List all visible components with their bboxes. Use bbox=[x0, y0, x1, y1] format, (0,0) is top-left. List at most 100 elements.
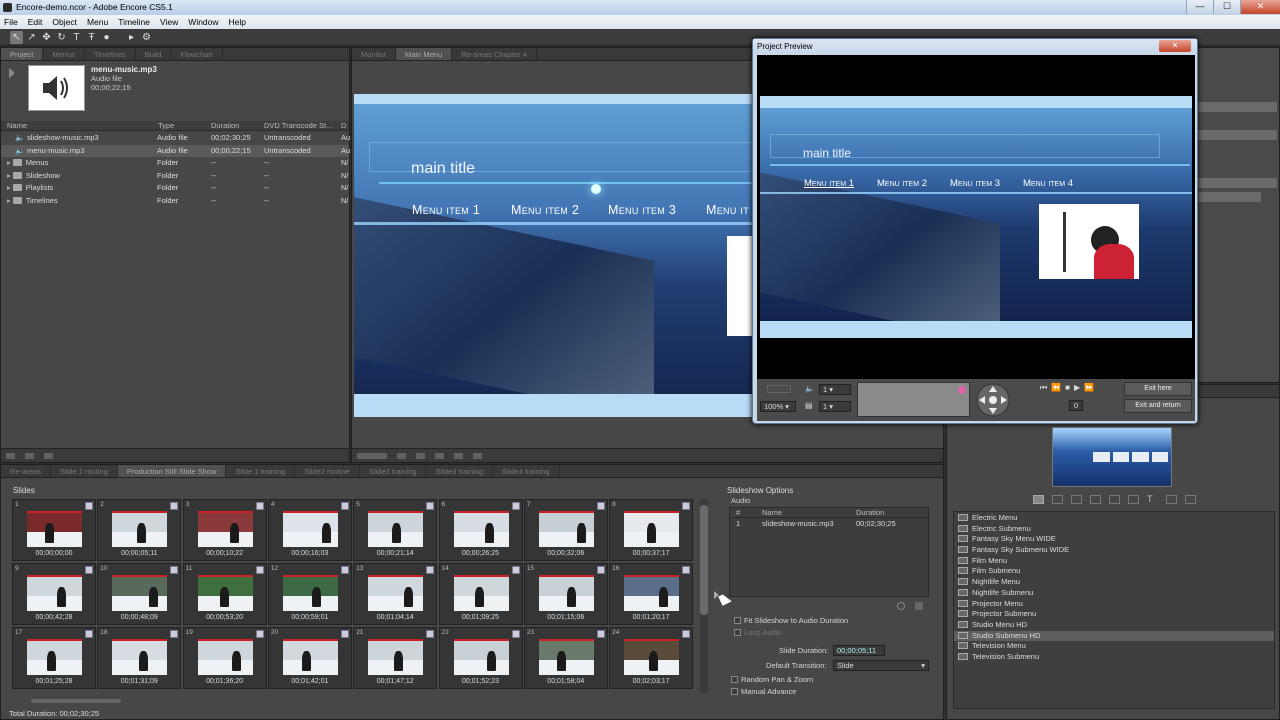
tab-re-areas[interactable]: Re-areas bbox=[1, 465, 51, 477]
slide-thumbnail[interactable]: 20 00;01;42;01 bbox=[267, 627, 352, 689]
subtitle-track-select[interactable]: 1 ▾ bbox=[819, 401, 851, 412]
menu-view[interactable]: View bbox=[160, 15, 178, 29]
slide-checkbox[interactable] bbox=[340, 566, 349, 574]
library-item[interactable]: Fantasy Sky Submenu WIDE bbox=[954, 545, 1274, 556]
slide-thumbnail[interactable]: 2 00;00;05;11 bbox=[97, 499, 182, 561]
preview-menu-item-3[interactable]: Menu item 3 bbox=[950, 178, 1000, 189]
project-row[interactable]: 🔈 menu-music.mp3 Audio file 00;00;22;15 Untr… bbox=[1, 144, 350, 157]
preview-menu-title[interactable]: main title bbox=[803, 146, 851, 160]
tab-menus[interactable]: Menus bbox=[43, 48, 85, 60]
slide-thumbnail[interactable]: 7 00;00;32;06 bbox=[523, 499, 608, 561]
filter-background-icon[interactable] bbox=[1090, 495, 1101, 504]
zoom-select[interactable]: 100% ▾ bbox=[760, 401, 796, 412]
menu-item-1[interactable]: Menu item 1 bbox=[412, 203, 480, 217]
project-row[interactable]: ▸ Slideshow Folder -- -- N/ bbox=[1, 170, 349, 183]
tab-slide3-training[interactable]: Slide3 training bbox=[426, 465, 494, 477]
filter-folder-icon[interactable] bbox=[1109, 495, 1120, 504]
menu-menu[interactable]: Menu bbox=[87, 15, 108, 29]
exit-and-return-button[interactable]: Exit and return bbox=[1124, 399, 1192, 413]
button-icon[interactable] bbox=[473, 453, 482, 459]
slide-thumbnail[interactable]: 5 00;00;21;14 bbox=[353, 499, 438, 561]
slide-thumbnail[interactable]: 24 00;02;03;17 bbox=[609, 627, 694, 689]
slide-thumbnail[interactable]: 8 00;00;37;17 bbox=[609, 499, 694, 561]
zoom-select[interactable] bbox=[357, 453, 387, 459]
tab-main-menu[interactable]: Main Menu bbox=[396, 48, 453, 60]
minimize-button[interactable]: — bbox=[1186, 0, 1213, 14]
menu-window[interactable]: Window bbox=[188, 15, 218, 29]
preview-menu-item-1[interactable]: Menu item 1 bbox=[804, 178, 854, 189]
col-name[interactable]: Name bbox=[7, 121, 27, 131]
menu-help[interactable]: Help bbox=[229, 15, 246, 29]
loop-audio-option[interactable]: Loop Audio bbox=[734, 628, 782, 637]
slide-thumbnail[interactable]: 6 00;00;26;25 bbox=[438, 499, 523, 561]
slide-checkbox[interactable] bbox=[85, 502, 93, 510]
audio-col-name[interactable]: Name bbox=[762, 508, 782, 518]
delete-icon[interactable] bbox=[44, 453, 53, 459]
project-row[interactable]: ▸ Timelines Folder -- -- N/ bbox=[1, 195, 349, 208]
build-icon[interactable]: ⚙ bbox=[140, 31, 153, 44]
thumbnail-size-slider[interactable] bbox=[31, 699, 121, 703]
col-duration[interactable]: Duration bbox=[211, 121, 239, 131]
loop-audio-checkbox[interactable] bbox=[734, 629, 741, 636]
tab-slide4-training[interactable]: Slide4 training bbox=[493, 465, 560, 477]
navigation-dpad-icon[interactable] bbox=[975, 382, 1011, 418]
tab-build[interactable]: Build bbox=[136, 48, 172, 60]
slide-thumbnail[interactable]: 3 00;00;10;22 bbox=[182, 499, 267, 561]
slide-thumbnail[interactable]: 16 00;01;20;17 bbox=[609, 563, 694, 625]
slide-thumbnail[interactable]: 14 00;01;09;25 bbox=[438, 563, 523, 625]
safe-area-icon[interactable] bbox=[435, 453, 444, 459]
slide-thumbnail[interactable]: 17 00;01;25;28 bbox=[12, 627, 96, 689]
dpad[interactable] bbox=[975, 382, 1011, 418]
slide-thumbnail[interactable]: 10 00;00;48;09 bbox=[97, 563, 182, 625]
move-tool-icon[interactable]: ✥ bbox=[40, 31, 53, 44]
play-preview-icon[interactable] bbox=[9, 68, 19, 78]
slide-thumbnail[interactable]: 18 00;01;31;09 bbox=[97, 627, 182, 689]
random-pan-checkbox[interactable] bbox=[731, 676, 738, 683]
menu-title[interactable]: main title bbox=[411, 160, 475, 178]
slide-checkbox[interactable] bbox=[340, 502, 349, 510]
rotate-tool-icon[interactable]: ↻ bbox=[55, 31, 68, 44]
library-item[interactable]: Film Submenu bbox=[954, 566, 1274, 577]
tab-chapter[interactable]: Re-areas Chapter 4 bbox=[452, 48, 537, 60]
library-item[interactable]: Nightlife Menu bbox=[954, 577, 1274, 588]
slide-thumbnail[interactable]: 21 00;01;47;12 bbox=[353, 627, 438, 689]
menu-timeline[interactable]: Timeline bbox=[118, 15, 150, 29]
slide-thumbnail[interactable]: 19 00;01;36;20 bbox=[182, 627, 267, 689]
filter-image-icon[interactable] bbox=[1071, 495, 1082, 504]
filter-text-icon[interactable]: T bbox=[1147, 495, 1158, 504]
menu-item-3[interactable]: Menu item 3 bbox=[608, 203, 676, 217]
slide-checkbox[interactable] bbox=[255, 566, 264, 574]
aspect-icon[interactable] bbox=[767, 385, 791, 393]
slide-thumbnail[interactable]: 1 00;00;00;00 bbox=[12, 499, 96, 561]
col-type[interactable]: Type bbox=[158, 121, 174, 131]
preview-menu-item-2[interactable]: Menu item 2 bbox=[877, 178, 927, 189]
slide-checkbox[interactable] bbox=[511, 566, 520, 574]
slide-thumbnail[interactable]: 11 00;00;53;20 bbox=[182, 563, 267, 625]
slide-checkbox[interactable] bbox=[255, 630, 264, 638]
slide-thumbnail[interactable]: 13 00;01;04;14 bbox=[353, 563, 438, 625]
col-transcode[interactable]: DVD Transcode St... bbox=[264, 121, 332, 131]
menu-item-4[interactable]: Menu it bbox=[706, 203, 749, 217]
menu-edit[interactable]: Edit bbox=[28, 15, 43, 29]
tab-flowchart[interactable]: Flowchart bbox=[171, 48, 223, 60]
slide-checkbox[interactable] bbox=[682, 502, 691, 510]
preview-icon[interactable]: ▸ bbox=[125, 31, 138, 44]
text-tool-icon[interactable]: T bbox=[70, 31, 83, 44]
audio-row[interactable]: 1 slideshow-music.mp3 00;02;30;25 bbox=[730, 518, 928, 531]
tab-slide1-training[interactable]: Slide 1 training bbox=[226, 465, 296, 477]
slide-checkbox[interactable] bbox=[170, 566, 179, 574]
library-item[interactable]: Studio Submenu HD bbox=[954, 630, 1274, 642]
menu-object[interactable]: Object bbox=[52, 15, 77, 29]
slide-checkbox[interactable] bbox=[596, 502, 605, 510]
tab-production-still[interactable]: Production Still Slide Show bbox=[117, 465, 227, 477]
close-button[interactable]: ✕ bbox=[1240, 0, 1280, 14]
col-d[interactable]: D bbox=[341, 121, 346, 131]
slide-checkbox[interactable] bbox=[85, 630, 93, 638]
tab-slide2-training[interactable]: Slide2 training bbox=[360, 465, 427, 477]
audio-col-duration[interactable]: Duration bbox=[856, 508, 884, 518]
slide-checkbox[interactable] bbox=[85, 566, 93, 574]
slide-checkbox[interactable] bbox=[255, 502, 264, 510]
library-item[interactable]: Electric Menu bbox=[954, 513, 1274, 524]
vertical-text-tool-icon[interactable]: Ŧ bbox=[85, 31, 98, 44]
default-transition-select[interactable]: Slide ▾ bbox=[833, 660, 929, 671]
